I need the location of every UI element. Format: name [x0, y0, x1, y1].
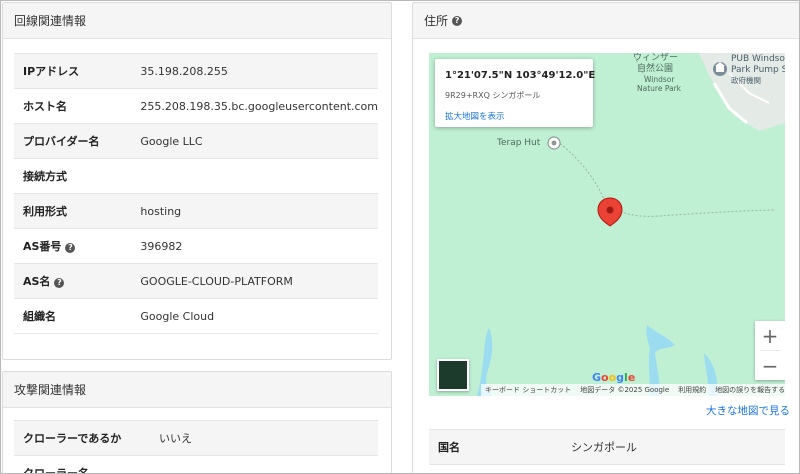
report-error-link[interactable]: 地図の誤りを報告する — [715, 385, 785, 395]
row-key-label: AS名 — [23, 275, 51, 288]
zoom-in-button[interactable]: + — [755, 321, 785, 350]
row-value — [140, 158, 378, 194]
row-value: Google Cloud — [140, 298, 378, 334]
plus-code-text: 9R29+RXQ シンガポール — [445, 91, 541, 100]
row-value: シンガポール — [571, 429, 785, 465]
keyboard-shortcuts-link[interactable]: キーボード ショートカット — [485, 385, 571, 395]
line-info-header: 回線関連情報 — [3, 3, 391, 39]
row-value: 396982 — [140, 228, 378, 264]
row-key: 組織名 — [14, 298, 141, 334]
table-row: クローラー名 — [14, 455, 378, 473]
map-data-credit: 地図データ ©2025 Google — [580, 386, 670, 394]
coordinates-text: 1°21'07.5"N 103°49'12.0"E — [445, 70, 596, 81]
row-value: 35.198.208.255 — [140, 53, 378, 89]
table-row: IPアドレス 35.198.208.255 — [14, 53, 378, 89]
windsor-en-label-2: Nature Park — [637, 84, 682, 93]
windsor-jp-label-2: 自然公園 — [637, 64, 674, 74]
map-view[interactable]: 1°21'07.5"N 103°49'12.0"E 9R29+RXQ シンガポー… — [429, 53, 785, 396]
help-icon[interactable]: ? — [65, 243, 76, 253]
row-key: 国名 — [429, 429, 571, 465]
table-row: AS名? GOOGLE-CLOUD-PLATFORM — [14, 263, 378, 299]
windsor-en-label-1: Windsor — [644, 75, 675, 84]
row-key: 利用形式 — [14, 193, 141, 229]
line-info-title: 回線関連情報 — [14, 14, 87, 28]
attack-info-header: 攻撃関連情報 — [3, 372, 391, 408]
terap-hut-poi[interactable] — [547, 136, 561, 150]
page-frame: 回線関連情報 IPアドレス 35.198.208.255 ホスト名 255.20… — [0, 0, 800, 474]
pub-label-3: 政府機関 — [731, 76, 761, 85]
attack-info-table: クローラーであるか いいえ クローラー名 — [14, 420, 378, 473]
line-info-table: IPアドレス 35.198.208.255 ホスト名 255.208.198.3… — [14, 53, 378, 334]
map-info-card: 1°21'07.5"N 103°49'12.0"E 9R29+RXQ シンガポー… — [435, 59, 596, 127]
row-key-as-number: AS番号? — [14, 228, 141, 264]
row-value: GOOGLE-CLOUD-PLATFORM — [140, 263, 378, 299]
row-key: プロバイダー名 — [14, 123, 141, 159]
enlarge-map-link[interactable]: 拡大地図を表示 — [445, 110, 505, 122]
big-map-link[interactable]: 大きな地図で見る — [706, 403, 790, 418]
row-key-as-name: AS名? — [14, 263, 141, 299]
table-row: 利用形式 hosting — [14, 193, 378, 229]
row-value: いいえ — [159, 420, 378, 456]
table-row: AS番号? 396982 — [14, 228, 378, 264]
address-title: 住所 — [424, 14, 449, 28]
table-row: 組織名 Google Cloud — [14, 298, 378, 334]
terms-link[interactable]: 利用規約 — [678, 385, 706, 395]
terap-hut-label: Terap Hut — [497, 138, 541, 148]
attack-info-panel: 攻撃関連情報 クローラーであるか いいえ クローラー名 — [2, 371, 392, 473]
satellite-toggle-thumbnail[interactable] — [437, 359, 469, 391]
row-key-label: AS番号 — [23, 240, 62, 253]
help-icon[interactable]: ? — [54, 278, 65, 288]
address-header: 住所? — [413, 3, 799, 39]
row-key: クローラー名 — [14, 455, 159, 473]
table-row: 国名 シンガポール — [429, 429, 785, 465]
map-attribution: キーボード ショートカット 地図データ ©2025 Google 利用規約 地図… — [481, 384, 785, 396]
pub-label-2: Park Pump Sta — [731, 65, 785, 75]
address-table: 国名 シンガポール — [429, 429, 785, 465]
zoom-control: + − — [755, 321, 785, 380]
table-row: ホスト名 255.208.198.35.bc.googleusercontent… — [14, 88, 378, 124]
windsor-jp-label-1: ウィンザー — [633, 53, 679, 63]
row-key: ホスト名 — [14, 88, 141, 124]
row-value — [159, 455, 378, 473]
row-value: hosting — [140, 193, 378, 229]
zoom-out-button[interactable]: − — [755, 351, 785, 380]
table-row: プロバイダー名 Google LLC — [14, 123, 378, 159]
row-key: IPアドレス — [14, 53, 141, 89]
line-info-panel: 回線関連情報 IPアドレス 35.198.208.255 ホスト名 255.20… — [2, 2, 392, 360]
government-poi-icon[interactable] — [713, 62, 727, 76]
location-pin-icon[interactable] — [597, 197, 623, 227]
row-key: クローラーであるか — [14, 420, 159, 456]
help-icon[interactable]: ? — [452, 15, 463, 26]
row-value: 255.208.198.35.bc.googleusercontent.com — [140, 88, 378, 124]
attack-info-title: 攻撃関連情報 — [14, 383, 87, 397]
table-row: クローラーであるか いいえ — [14, 420, 378, 456]
trail-path — [556, 140, 775, 217]
table-row: 接続方式 — [14, 158, 378, 194]
pub-label-1: PUB Windsor — [731, 54, 785, 64]
google-logo: Google — [592, 371, 636, 384]
row-key: 接続方式 — [14, 158, 141, 194]
row-value: Google LLC — [140, 123, 378, 159]
